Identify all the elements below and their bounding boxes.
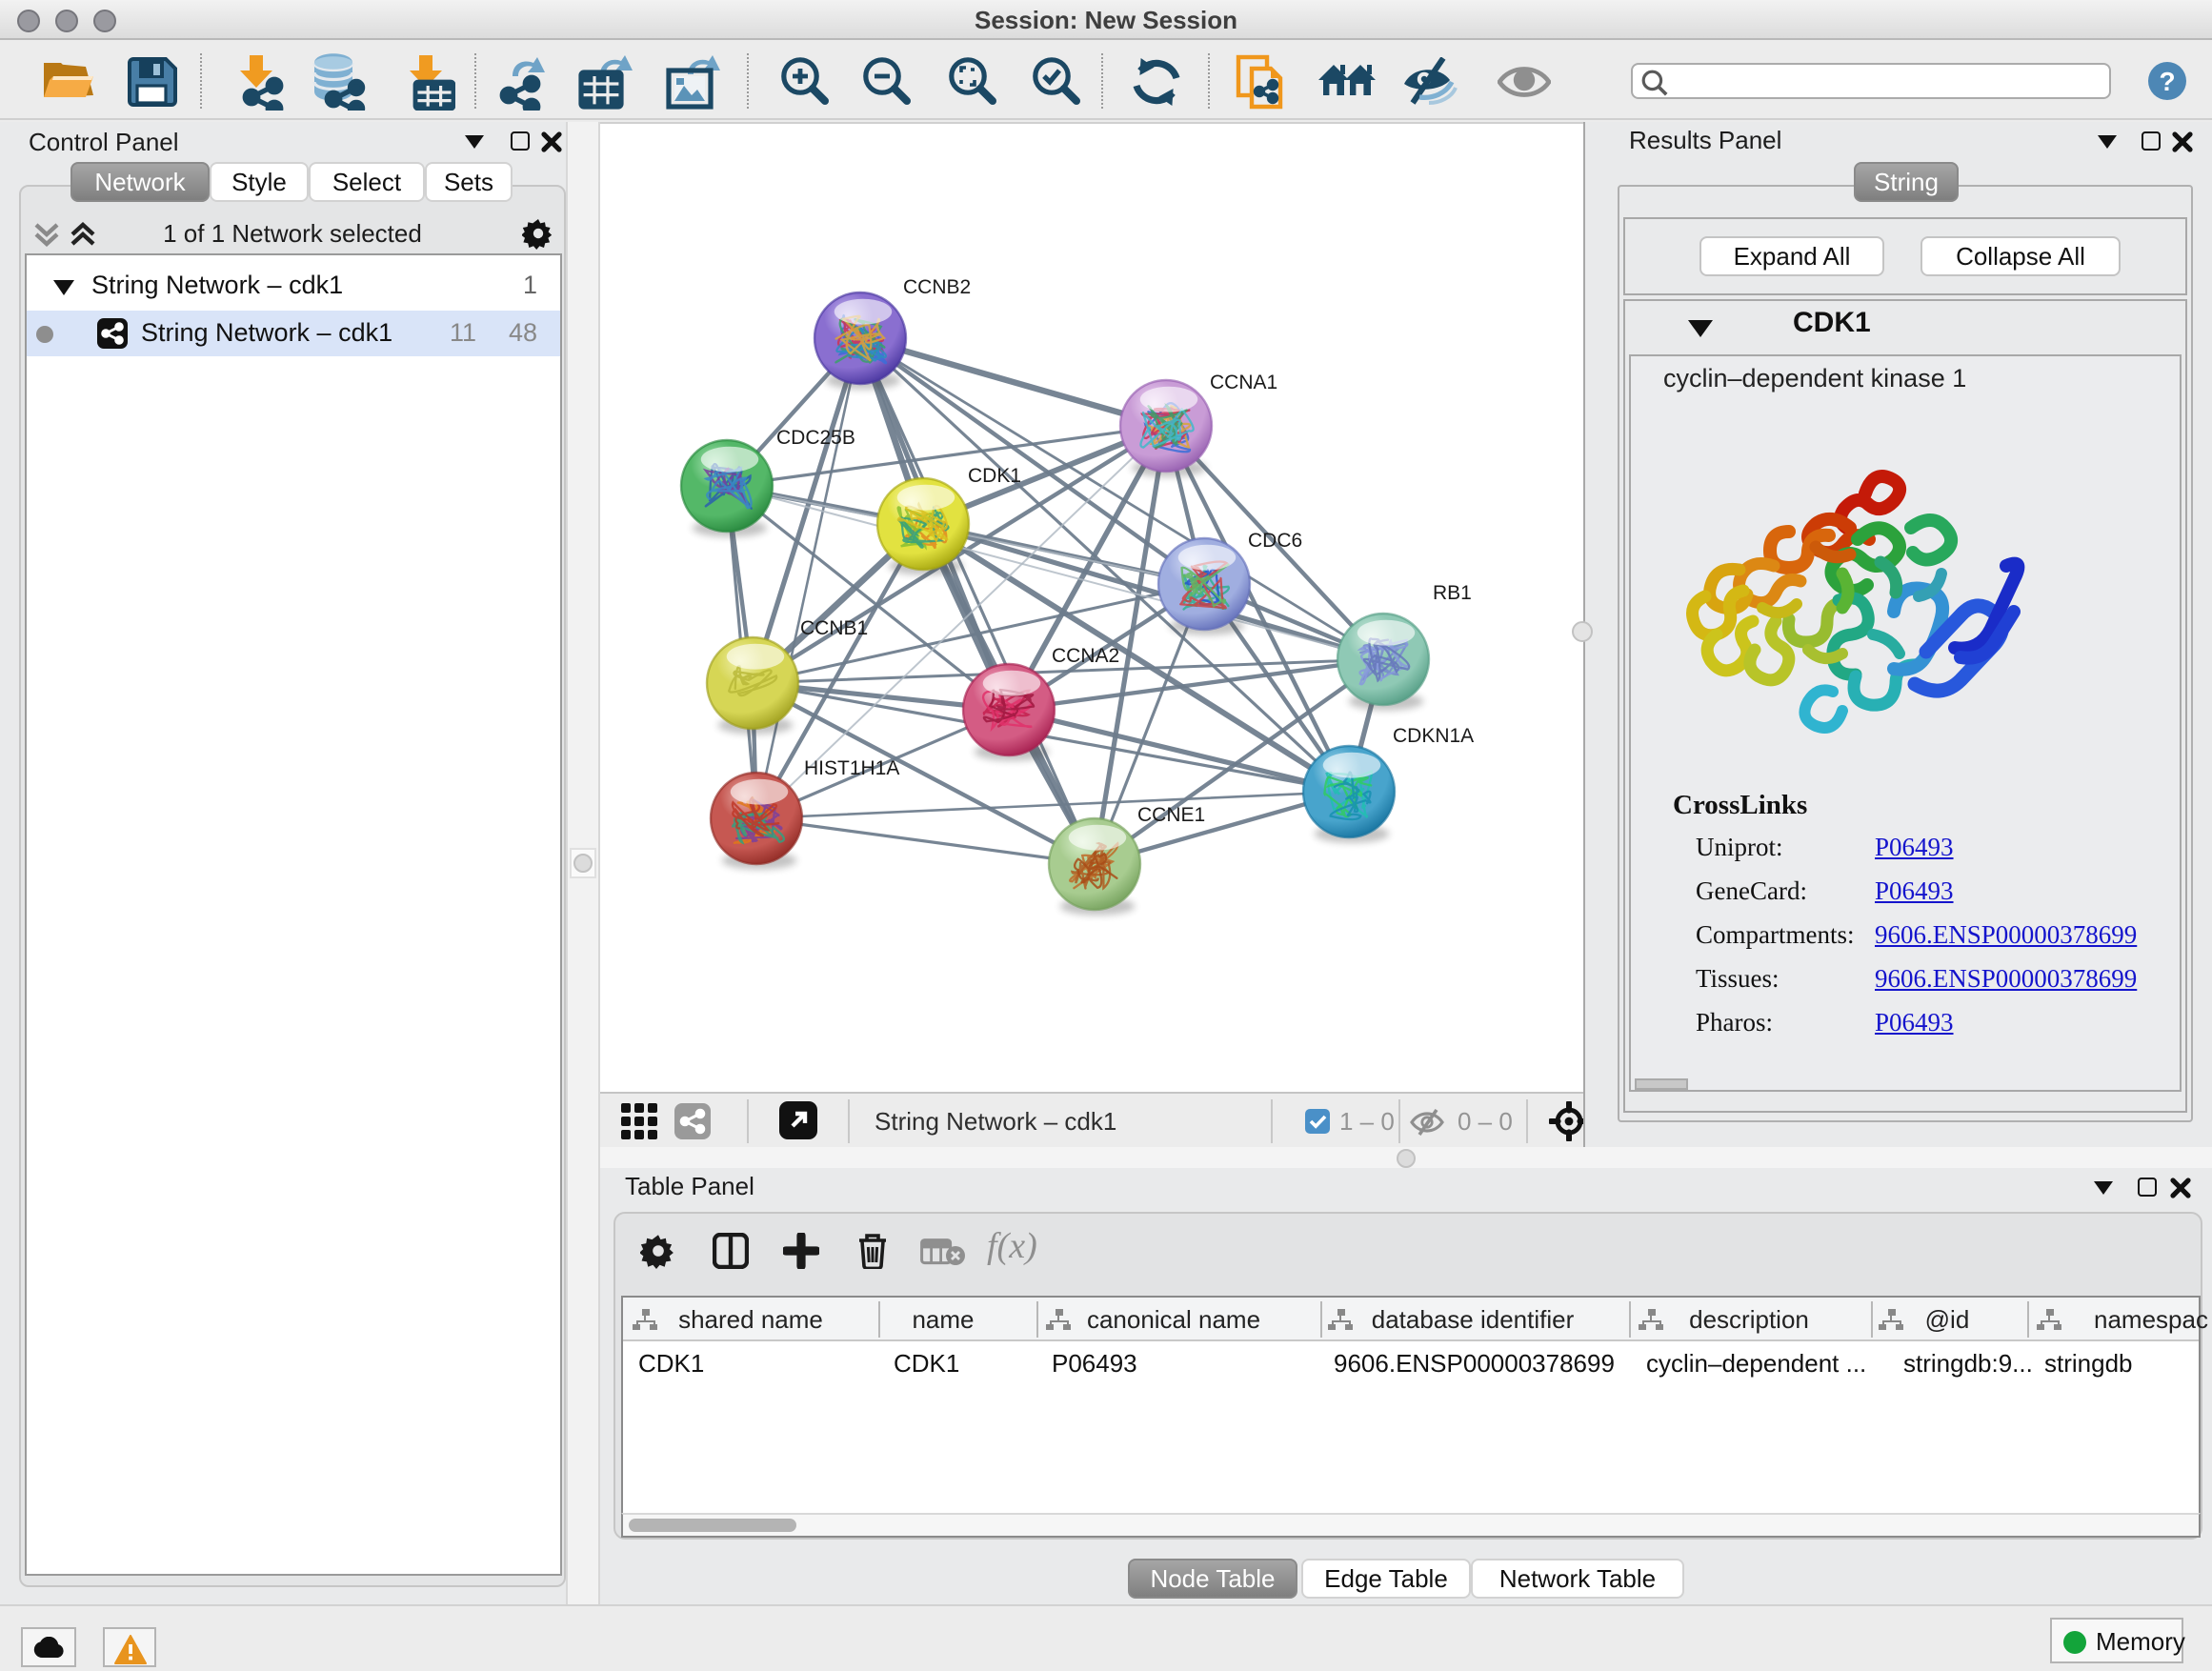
svg-text:HIST1H1A: HIST1H1A xyxy=(804,757,899,779)
svg-text:RB1: RB1 xyxy=(1433,582,1472,604)
svg-text:CCNA1: CCNA1 xyxy=(1210,372,1277,393)
svg-text:CCNB1: CCNB1 xyxy=(800,617,868,639)
svg-text:CDC6: CDC6 xyxy=(1248,530,1302,552)
svg-text:CCNB2: CCNB2 xyxy=(903,276,971,298)
svg-text:CDKN1A: CDKN1A xyxy=(1393,725,1474,747)
svg-text:CCNE1: CCNE1 xyxy=(1137,804,1205,826)
svg-text:CCNA2: CCNA2 xyxy=(1052,645,1119,667)
svg-text:CDC25B: CDC25B xyxy=(776,427,855,449)
svg-text:CDK1: CDK1 xyxy=(968,465,1021,487)
svg-text:?: ? xyxy=(2159,67,2175,96)
